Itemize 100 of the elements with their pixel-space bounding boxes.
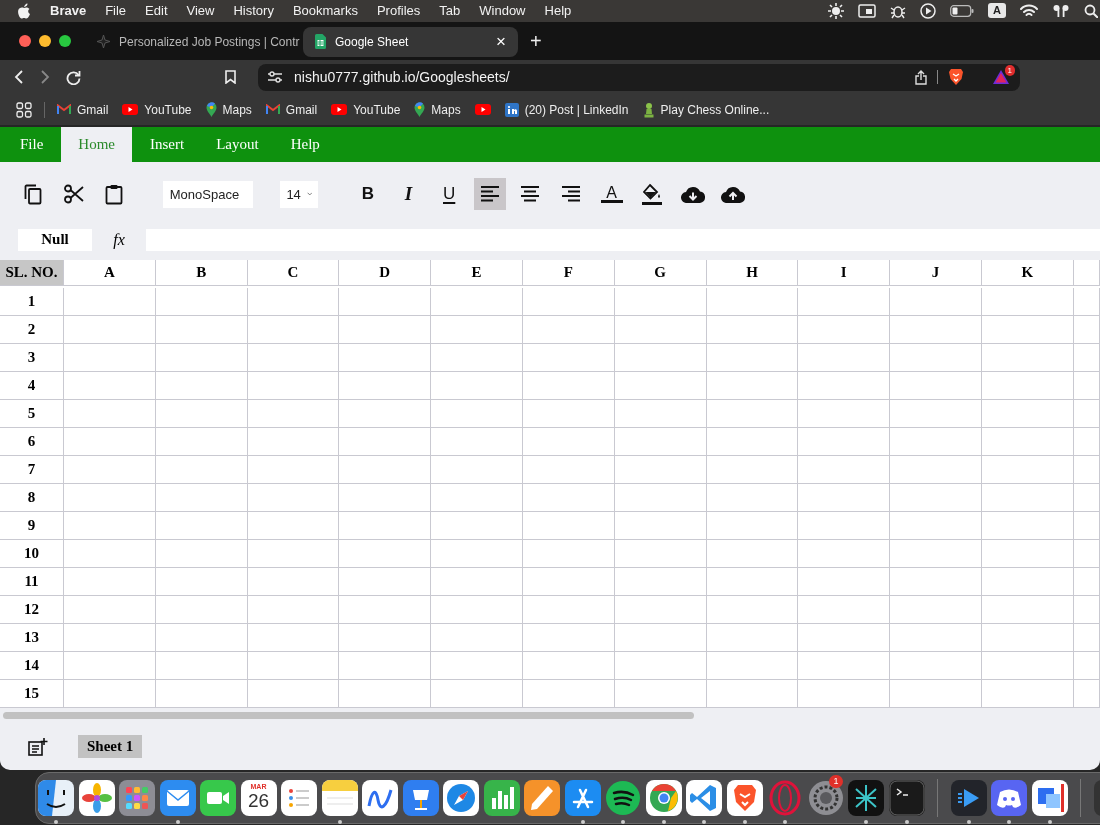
table-cell[interactable] <box>247 287 340 316</box>
envelope-m-icon[interactable] <box>57 104 71 116</box>
table-cell[interactable] <box>431 287 523 316</box>
table-cell[interactable] <box>614 567 707 596</box>
row-header[interactable]: 7 <box>0 455 64 484</box>
table-cell[interactable] <box>1073 315 1100 344</box>
table-cell[interactable] <box>890 399 982 428</box>
menu-item[interactable]: Help <box>544 3 572 19</box>
table-cell[interactable] <box>1073 399 1100 428</box>
table-cell[interactable] <box>339 343 432 372</box>
row-header[interactable]: 9 <box>0 511 64 540</box>
table-cell[interactable] <box>523 427 615 456</box>
row-header[interactable]: 12 <box>0 595 64 624</box>
bookmark[interactable]: Maps <box>414 102 461 118</box>
table-cell[interactable] <box>431 539 523 568</box>
menu-item[interactable]: Bookmarks <box>292 3 358 19</box>
table-cell[interactable] <box>890 679 982 708</box>
table-cell[interactable] <box>64 427 156 456</box>
font-dropdown[interactable]: MonoSpace <box>162 180 253 208</box>
row-header[interactable]: 1 <box>0 287 64 316</box>
sound-waves-icon[interactable] <box>605 780 641 817</box>
site-settings-icon[interactable] <box>268 71 282 84</box>
table-cell[interactable] <box>1073 343 1100 372</box>
table-cell[interactable] <box>798 343 891 372</box>
table-cell[interactable] <box>798 539 891 568</box>
play-icon[interactable] <box>122 104 139 116</box>
gear-icon[interactable] <box>807 780 844 817</box>
table-cell[interactable] <box>339 679 432 708</box>
table-cell[interactable] <box>431 399 523 428</box>
gamepad-face-icon[interactable] <box>991 780 1027 817</box>
table-cell[interactable] <box>431 623 523 652</box>
column-header[interactable]: I <box>798 259 891 286</box>
table-cell[interactable] <box>523 567 615 596</box>
pawn-icon[interactable] <box>642 101 655 118</box>
table-cell[interactable] <box>614 595 707 624</box>
asterisk-icon[interactable] <box>848 780 884 817</box>
table-cell[interactable] <box>64 623 156 652</box>
podium-icon[interactable] <box>402 780 439 817</box>
menu-item[interactable]: Window <box>479 3 526 19</box>
table-cell[interactable] <box>1073 567 1100 596</box>
table-cell[interactable] <box>706 287 799 316</box>
grid-icon[interactable] <box>119 780 155 817</box>
close-window-button[interactable] <box>19 34 31 47</box>
table-cell[interactable] <box>431 455 523 484</box>
table-cell[interactable] <box>247 511 340 540</box>
menu-item[interactable]: Tab <box>439 3 461 19</box>
table-cell[interactable] <box>981 651 1074 680</box>
table-cell[interactable] <box>798 399 891 428</box>
bookmark[interactable]: Gmail <box>57 102 109 117</box>
table-cell[interactable] <box>1073 287 1100 316</box>
menu-item[interactable]: Edit <box>145 3 168 19</box>
earbuds-icon[interactable] <box>1052 3 1070 18</box>
menu-tab[interactable]: File <box>4 126 60 163</box>
address-bar[interactable]: nishu0777.github.io/Googlesheets/ 1 <box>258 63 1020 91</box>
menu-item[interactable]: History <box>233 3 274 19</box>
table-cell[interactable] <box>798 427 891 456</box>
table-cell[interactable] <box>64 483 156 512</box>
table-cell[interactable] <box>339 595 432 624</box>
row-header[interactable]: 6 <box>0 427 64 456</box>
column-header[interactable]: B <box>155 259 248 286</box>
table-cell[interactable] <box>431 511 523 540</box>
table-cell[interactable] <box>155 371 248 400</box>
table-cell[interactable] <box>247 567 340 596</box>
table-cell[interactable] <box>798 315 891 344</box>
table-cell[interactable] <box>247 343 340 372</box>
table-cell[interactable] <box>981 371 1074 400</box>
table-cell[interactable] <box>614 679 707 708</box>
table-cell[interactable] <box>614 371 707 400</box>
table-cell[interactable] <box>798 679 891 708</box>
column-header[interactable] <box>1073 259 1100 286</box>
table-cell[interactable] <box>890 287 982 316</box>
table-cell[interactable] <box>523 651 615 680</box>
lion-icon[interactable] <box>726 780 763 817</box>
table-cell[interactable] <box>614 287 707 316</box>
video-camera-icon[interactable] <box>200 780 236 817</box>
table-cell[interactable] <box>431 567 523 596</box>
table-cell[interactable] <box>706 315 799 344</box>
triangle-icon[interactable] <box>992 69 1010 86</box>
menu-tab[interactable]: Home <box>61 126 132 163</box>
table-cell[interactable] <box>614 427 707 456</box>
sheet-tab[interactable]: Sheet 1 <box>78 735 143 758</box>
table-cell[interactable] <box>155 623 248 652</box>
table-cell[interactable] <box>431 315 523 344</box>
table-cell[interactable] <box>523 539 615 568</box>
table-cell[interactable] <box>155 399 248 428</box>
table-cell[interactable] <box>1073 595 1100 624</box>
table-cell[interactable] <box>890 511 982 540</box>
table-cell[interactable] <box>64 371 156 400</box>
table-cell[interactable] <box>890 567 982 596</box>
table-cell[interactable] <box>706 371 799 400</box>
table-cell[interactable] <box>523 287 615 316</box>
table-cell[interactable] <box>339 539 432 568</box>
table-cell[interactable] <box>64 315 156 344</box>
table-cell[interactable] <box>1073 483 1100 512</box>
table-cell[interactable] <box>890 315 982 344</box>
table-cell[interactable] <box>614 483 707 512</box>
table-cell[interactable] <box>247 539 340 568</box>
table-cell[interactable] <box>890 539 982 568</box>
table-cell[interactable] <box>155 595 248 624</box>
table-cell[interactable] <box>798 595 891 624</box>
